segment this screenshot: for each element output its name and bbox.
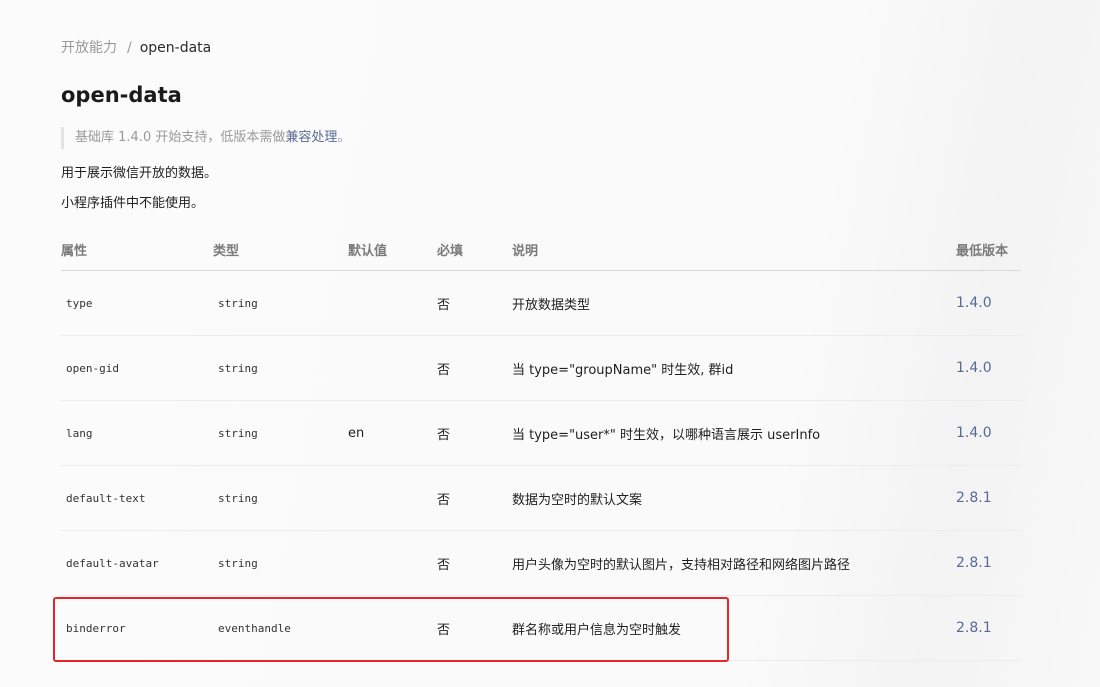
attribute-type: eventhandle <box>218 621 291 635</box>
cell-required: 否 <box>437 270 512 336</box>
attribute-type: string <box>218 361 258 375</box>
cell-attribute: open-gid <box>61 335 213 401</box>
version-link[interactable]: 2.8.1 <box>956 555 992 571</box>
cell-required: 否 <box>437 400 512 466</box>
cell-default: en <box>348 400 437 466</box>
version-tip-prefix: 基础库 1.4.0 开始支持，低版本需做 <box>75 130 286 145</box>
header-attribute: 属性 <box>61 228 213 271</box>
header-required: 必填 <box>437 228 512 271</box>
attribute-name: binderror <box>66 621 126 635</box>
table-row: lang string en 否 当 type="user*" 时生效，以哪种语… <box>61 400 1021 466</box>
version-link[interactable]: 1.4.0 <box>956 295 992 311</box>
cell-default <box>348 530 437 596</box>
breadcrumb-separator: / <box>127 40 132 56</box>
cell-type: string <box>213 400 348 466</box>
cell-version: 1.4.0 <box>956 400 1021 466</box>
cell-version: 2.8.1 <box>956 530 1021 596</box>
attribute-name: default-text <box>66 491 146 505</box>
table-row: default-text string 否 数据为空时的默认文案 2.8.1 <box>61 465 1021 531</box>
cell-attribute: type <box>61 270 213 336</box>
cell-description: 当 type="user*" 时生效，以哪种语言展示 userInfo <box>512 400 956 466</box>
cell-description: 数据为空时的默认文案 <box>512 465 956 531</box>
compat-link[interactable]: 兼容处理 <box>285 130 337 145</box>
header-default: 默认值 <box>348 228 437 271</box>
cell-attribute: default-avatar <box>61 530 213 596</box>
cell-required: 否 <box>437 530 512 596</box>
cell-type: string <box>213 465 348 531</box>
cell-attribute: lang <box>61 400 213 466</box>
cell-attribute: binderror <box>61 595 213 661</box>
header-type: 类型 <box>213 228 348 271</box>
table-row: type string 否 开放数据类型 1.4.0 <box>61 270 1021 336</box>
table-header-row: 属性 类型 默认值 必填 说明 最低版本 <box>61 228 1021 271</box>
cell-required: 否 <box>437 465 512 531</box>
cell-type: string <box>213 530 348 596</box>
header-min-version: 最低版本 <box>956 228 1021 271</box>
table-row: default-avatar string 否 用户头像为空时的默认图片，支持相… <box>61 530 1021 596</box>
attribute-type: string <box>218 296 258 310</box>
cell-default <box>348 335 437 401</box>
cell-type: eventhandle <box>213 595 348 661</box>
cell-type: string <box>213 270 348 336</box>
cell-required: 否 <box>437 595 512 661</box>
cell-required: 否 <box>437 335 512 401</box>
cell-attribute: default-text <box>61 465 213 531</box>
attribute-type: string <box>218 426 258 440</box>
table-row: binderror eventhandle 否 群名称或用户信息为空时触发 2.… <box>61 595 1021 661</box>
attribute-name: default-avatar <box>66 556 159 570</box>
cell-description: 用户头像为空时的默认图片，支持相对路径和网络图片路径 <box>512 530 956 596</box>
breadcrumb: 开放能力 / open-data <box>61 38 211 58</box>
cell-description: 当 type="groupName" 时生效, 群id <box>512 335 956 401</box>
attribute-type: string <box>218 491 258 505</box>
cell-version: 2.8.1 <box>956 595 1021 661</box>
version-tip-suffix: 。 <box>337 130 351 145</box>
attribute-table: 属性 类型 默认值 必填 说明 最低版本 type string 否 开放数据类… <box>61 228 1021 661</box>
breadcrumb-current: open-data <box>139 40 212 56</box>
description-text: 用于展示微信开放的数据。 <box>61 166 218 181</box>
version-link[interactable]: 1.4.0 <box>956 425 992 441</box>
attribute-name: type <box>66 296 93 310</box>
version-tip: 基础库 1.4.0 开始支持，低版本需做兼容处理。 <box>61 127 350 149</box>
page-title: open-data <box>61 83 182 107</box>
cell-default <box>348 465 437 531</box>
cell-default <box>348 595 437 661</box>
cell-type: string <box>213 335 348 401</box>
cell-description: 开放数据类型 <box>512 270 956 336</box>
cell-version: 1.4.0 <box>956 270 1021 336</box>
attribute-name: lang <box>66 426 93 440</box>
attribute-type: string <box>218 556 258 570</box>
cell-description: 群名称或用户信息为空时触发 <box>512 595 956 661</box>
cell-version: 2.8.1 <box>956 465 1021 531</box>
attribute-name: open-gid <box>66 361 119 375</box>
table-row: open-gid string 否 当 type="groupName" 时生效… <box>61 335 1021 401</box>
cell-default <box>348 270 437 336</box>
plugin-note-text: 小程序插件中不能使用。 <box>61 196 205 211</box>
header-description: 说明 <box>512 228 956 271</box>
breadcrumb-parent-link[interactable]: 开放能力 <box>61 38 117 58</box>
version-link[interactable]: 2.8.1 <box>956 490 992 506</box>
version-link[interactable]: 1.4.0 <box>956 360 992 376</box>
version-link[interactable]: 2.8.1 <box>956 620 992 636</box>
cell-version: 1.4.0 <box>956 335 1021 401</box>
